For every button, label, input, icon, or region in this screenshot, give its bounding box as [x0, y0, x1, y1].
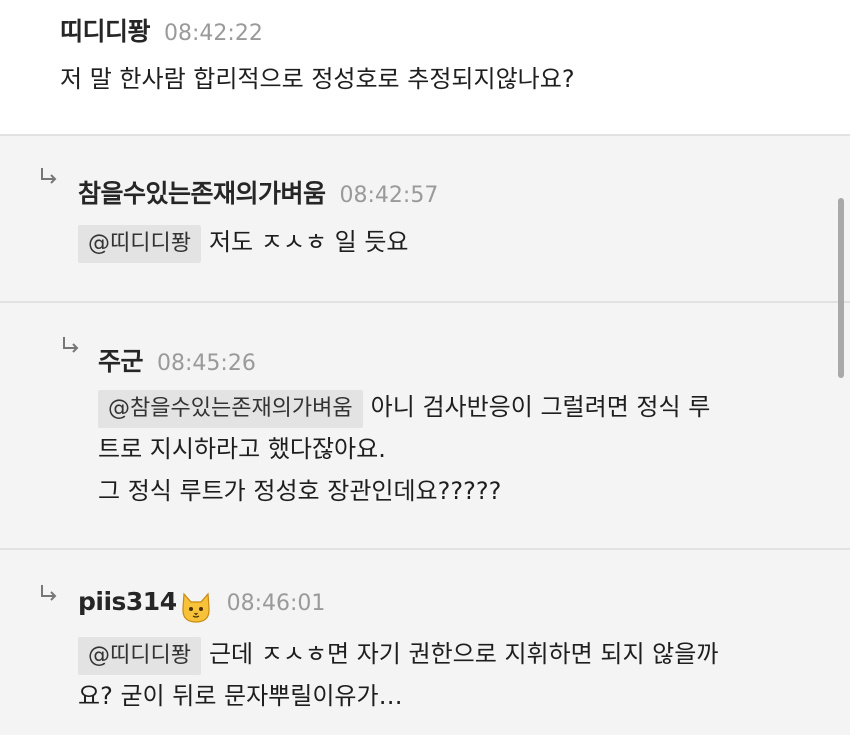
reply-comment-item: 주군 08:45:26 @참을수있는존재의가벼움 아니 검사반응이 그럴려면 정식…	[0, 304, 850, 550]
comment-item: 띠디디퐝 08:42:22 저 말 한사람 합리적으로 정성호로 추정되지않나요…	[0, 0, 850, 136]
comment-text: 아니 검사반응이 그럴려면 정식 루	[370, 393, 711, 421]
comment-author[interactable]: 주군	[98, 342, 144, 378]
cat-face-icon	[179, 591, 213, 625]
mention-tag[interactable]: @띠디디퐝	[78, 225, 201, 263]
comment-text: 저 말 한사람 합리적으로 정성호로 추정되지않나요?	[60, 65, 575, 93]
comment-time: 08:42:57	[339, 183, 439, 208]
comment-body: @띠디디퐝 근데 ㅈㅅㅎ면 자기 권한으로 지휘하면 되지 않을까 요? 굳이 뒤…	[78, 633, 718, 717]
comment-body: 저 말 한사람 합리적으로 정성호로 추정되지않나요?	[60, 58, 575, 100]
reply-comment-item: 참을수있는존재의가벼움 08:42:57 @띠디디퐝 저도 ㅈㅅㅎ 일 듯요	[0, 137, 850, 303]
reply-comment-item: piis314 08:46:01 @띠디디퐝 근데 ㅈㅅㅎ면 자기 권한으로 지휘…	[0, 551, 850, 735]
reply-arrow-icon	[40, 167, 58, 187]
comment-time: 08:45:26	[157, 351, 256, 376]
mention-tag[interactable]: @참을수있는존재의가벼움	[98, 390, 363, 428]
comment-text: 요? 굳이 뒤로 문자뿌릴이유가…	[78, 682, 403, 710]
mention-tag[interactable]: @띠디디퐝	[78, 637, 201, 675]
comment-header: 주군 08:45:26	[98, 342, 256, 378]
scrollbar[interactable]	[838, 198, 844, 378]
comment-header: 참을수있는존재의가벼움 08:42:57	[78, 174, 438, 210]
comment-body: @띠디디퐝 저도 ㅈㅅㅎ 일 듯요	[78, 221, 409, 263]
comment-text: 근데 ㅈㅅㅎ면 자기 권한으로 지휘하면 되지 않을까	[208, 640, 719, 668]
reply-arrow-icon	[62, 336, 80, 356]
comment-time: 08:46:01	[226, 591, 326, 616]
reply-arrow-icon	[40, 584, 58, 604]
comment-body: @참을수있는존재의가벼움 아니 검사반응이 그럴려면 정식 루 트로 지시하라고 …	[98, 386, 710, 512]
comment-author[interactable]: 띠디디퐝	[60, 12, 151, 48]
comment-author[interactable]: piis314	[78, 587, 177, 616]
comment-text: 그 정식 루트가 정성호 장관인데요?????	[98, 477, 502, 505]
comment-author[interactable]: 참을수있는존재의가벼움	[78, 174, 326, 210]
comment-header: piis314 08:46:01	[78, 587, 326, 623]
comment-text: 트로 지시하라고 했다잖아요.	[98, 435, 386, 463]
comment-header: 띠디디퐝 08:42:22	[60, 12, 263, 48]
comment-time: 08:42:22	[164, 21, 263, 46]
comment-text: 저도 ㅈㅅㅎ 일 듯요	[208, 228, 409, 256]
